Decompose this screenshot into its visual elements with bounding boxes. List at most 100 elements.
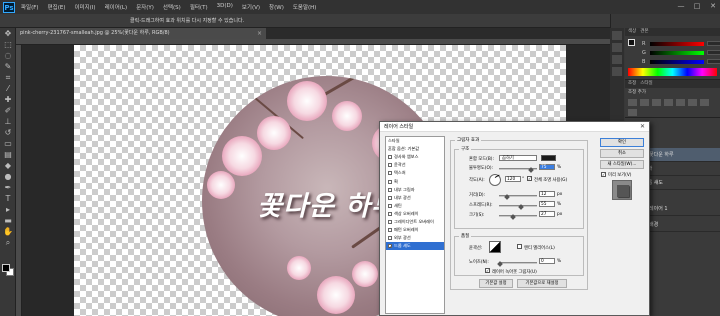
tab-adjustments[interactable]: 조정 <box>628 80 636 88</box>
menu-item[interactable]: 도움말(H) <box>293 3 317 11</box>
style-checkbox[interactable] <box>388 179 392 184</box>
style-checkbox[interactable] <box>388 163 392 168</box>
vibrance-icon[interactable] <box>676 99 685 106</box>
pen-tool-icon[interactable]: ✒ <box>2 183 14 193</box>
slider-g[interactable]: G <box>642 49 720 56</box>
minimize-icon[interactable]: — <box>676 2 686 10</box>
levels-icon[interactable] <box>640 99 649 106</box>
brush-tool-icon[interactable]: ✐ <box>2 106 14 116</box>
size-slider[interactable] <box>499 215 537 217</box>
style-list-item[interactable]: 외부 광선 <box>386 234 444 242</box>
ok-button[interactable]: 확인 <box>600 138 644 147</box>
paragraph-panel-icon[interactable] <box>612 67 622 76</box>
tab-styles[interactable]: 스타일 <box>640 80 652 88</box>
color-balance-icon[interactable] <box>700 99 709 106</box>
history-brush-tool-icon[interactable]: ↺ <box>2 128 14 138</box>
menu-item[interactable]: 필터(T) <box>190 3 208 11</box>
exposure-icon[interactable] <box>664 99 673 106</box>
crop-tool-icon[interactable]: ⌗ <box>2 73 14 83</box>
eyedropper-tool-icon[interactable]: ⁄ <box>2 84 14 94</box>
healing-tool-icon[interactable]: ✚ <box>2 95 14 105</box>
knockout-checkbox[interactable]: ✓ <box>485 268 490 273</box>
noise-input[interactable]: 0 <box>539 258 555 264</box>
stamp-tool-icon[interactable]: ⊥ <box>2 117 14 127</box>
slider-r-bar[interactable] <box>650 41 704 46</box>
style-list-item[interactable]: 내부 그림자 <box>386 186 444 194</box>
menu-item[interactable]: 선택(S) <box>163 3 181 11</box>
slider-r[interactable]: R <box>642 40 720 47</box>
style-checkbox[interactable] <box>388 155 392 160</box>
angle-dial[interactable] <box>489 174 501 186</box>
style-checkbox[interactable] <box>388 219 392 224</box>
menu-item[interactable]: 문자(Y) <box>136 3 154 11</box>
move-tool-icon[interactable]: ✥ <box>2 29 14 39</box>
style-list-item[interactable]: 획 <box>386 177 444 185</box>
style-list-item[interactable]: 경사와 엠보스 <box>386 153 444 161</box>
style-list-item[interactable]: 새틴 <box>386 202 444 210</box>
noise-slider[interactable] <box>499 262 537 264</box>
style-list-item[interactable]: 내부 광선 <box>386 194 444 202</box>
shape-tool-icon[interactable]: ▬ <box>2 216 14 226</box>
menu-item[interactable]: 3D(D) <box>217 3 233 11</box>
tab-close-icon[interactable]: × <box>257 28 262 39</box>
eraser-tool-icon[interactable]: ▭ <box>2 139 14 149</box>
angle-input[interactable]: 120 <box>505 176 521 182</box>
preview-checkbox[interactable]: ✓ <box>601 172 606 177</box>
style-list-item[interactable]: 텍스처 <box>386 169 444 177</box>
style-checkbox[interactable] <box>388 211 392 216</box>
global-light-checkbox[interactable]: ✓ <box>527 176 532 181</box>
reset-default-button[interactable]: 기본값으로 재설정 <box>517 279 567 288</box>
zoom-tool-icon[interactable]: ⌕ <box>2 238 14 248</box>
hand-tool-icon[interactable]: ✋ <box>2 227 14 237</box>
style-list-item[interactable]: 그레이디언트 오버레이 <box>386 218 444 226</box>
marquee-tool-icon[interactable]: ⬚ <box>2 40 14 50</box>
style-list-item[interactable]: 색상 오버레이 <box>386 210 444 218</box>
menu-item[interactable]: 파일(F) <box>21 3 39 11</box>
cancel-button[interactable]: 취소 <box>600 149 644 158</box>
type-tool-icon[interactable]: T <box>2 194 14 204</box>
color-panel-foreground-swatch[interactable] <box>628 39 635 46</box>
menu-item[interactable]: 레이어(L) <box>105 3 128 11</box>
history-panel-icon[interactable] <box>612 31 622 40</box>
menu-item[interactable]: 이미지(I) <box>74 3 95 11</box>
character-panel-icon[interactable] <box>612 55 622 64</box>
curves-icon[interactable] <box>652 99 661 106</box>
dodge-tool-icon[interactable]: ● <box>2 172 14 182</box>
menu-item[interactable]: 보기(V) <box>242 3 260 11</box>
slider-g-value[interactable] <box>707 50 720 55</box>
style-list-item[interactable]: 패턴 오버레이 <box>386 226 444 234</box>
gradient-tool-icon[interactable]: ▤ <box>2 150 14 160</box>
foreground-color-swatch[interactable] <box>2 264 10 272</box>
style-checkbox[interactable] <box>388 236 392 241</box>
path-select-tool-icon[interactable]: ▸ <box>2 205 14 215</box>
close-icon[interactable]: ✕ <box>708 2 718 10</box>
maximize-icon[interactable]: □ <box>692 2 702 10</box>
blend-mode-select[interactable]: 곱하기 <box>499 155 537 161</box>
size-input[interactable]: 27 <box>539 211 555 217</box>
distance-input[interactable]: 12 <box>539 191 555 197</box>
brightness-icon[interactable] <box>628 99 637 106</box>
hue-saturation-icon[interactable] <box>688 99 697 106</box>
tab-swatches[interactable]: 견본 <box>640 28 648 36</box>
style-list-item[interactable]: 윤곽선 <box>386 161 444 169</box>
style-list-item[interactable]: ✓ 드롭 섀도 <box>386 242 444 251</box>
new-style-button[interactable]: 새 스타일(W)... <box>600 160 644 169</box>
slider-g-bar[interactable] <box>650 50 704 55</box>
black-white-icon[interactable] <box>628 109 637 116</box>
shadow-color-swatch[interactable] <box>541 155 556 161</box>
style-list-item[interactable]: 스타일 <box>386 137 444 145</box>
document-tab[interactable]: pink-cherry-231767-smalleah.jpg @ 25%(꽃다… <box>16 28 266 39</box>
spread-input[interactable]: 55 <box>539 201 555 207</box>
antialias-checkbox[interactable] <box>517 244 522 249</box>
lasso-tool-icon[interactable]: ◌ <box>2 51 14 61</box>
style-checkbox[interactable] <box>388 195 392 200</box>
style-list-item[interactable]: 혼합 옵션: 기본값 <box>386 145 444 153</box>
blur-tool-icon[interactable]: ◆ <box>2 161 14 171</box>
slider-b[interactable]: B <box>642 58 720 65</box>
quick-select-tool-icon[interactable]: ✎ <box>2 62 14 72</box>
opacity-input[interactable]: 75 <box>539 164 555 170</box>
dialog-close-icon[interactable]: ✕ <box>640 122 645 132</box>
slider-r-value[interactable] <box>707 41 720 46</box>
tab-color[interactable]: 색상 <box>628 28 636 36</box>
menu-item[interactable]: 창(W) <box>269 3 284 11</box>
